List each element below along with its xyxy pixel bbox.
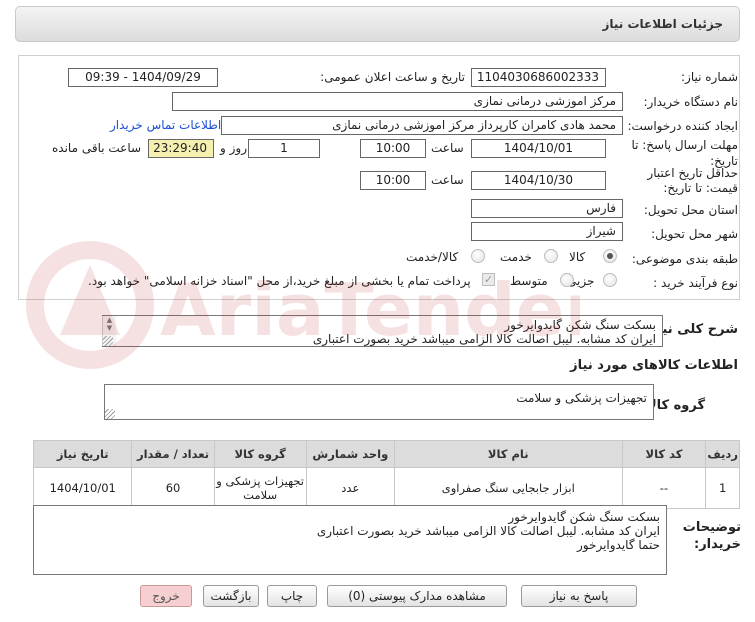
col-goods-code: کد کالا [621, 440, 707, 468]
goods-group-grip-icon[interactable] [105, 409, 115, 419]
reply-deadline-label: مهلت ارسال پاسخ: تا تاریخ: [631, 138, 738, 168]
cell-unit: عدد [305, 467, 395, 509]
validity-time-field: 10:00 [360, 171, 426, 190]
items-table: تاریخ نیاز تعداد / مقدار گروه کالا واحد … [32, 440, 740, 509]
announce-datetime-field: 1404/09/29 - 09:39 [68, 68, 218, 87]
cell-quantity: 60 [131, 467, 215, 509]
need-number-label: شماره نیاز: [681, 70, 738, 84]
cell-goods-code: -- [621, 467, 707, 509]
category-radio-goods[interactable] [603, 249, 617, 263]
goods-info-heading: اطلاعات کالاهای مورد نیاز [570, 358, 738, 373]
reply-time-field: 10:00 [360, 139, 426, 158]
process-radio-medium[interactable] [560, 273, 574, 287]
cell-goods-group: تجهیزات پزشکی و سلامت [213, 467, 307, 509]
reply-time-label: ساعت [431, 141, 464, 155]
process-option-medium: متوسط [510, 274, 548, 288]
remaining-time-field: 23:29:40 [148, 139, 214, 158]
col-row: ردیف [705, 440, 740, 468]
process-radio-minor[interactable] [603, 273, 617, 287]
print-button[interactable]: چاپ [267, 585, 317, 607]
goods-group-field: تجهیزات پزشکی و سلامت [104, 384, 654, 420]
province-field: فارس [471, 199, 623, 218]
remaining-label: ساعت باقی مانده [52, 141, 142, 155]
day-and-label: روز و [220, 141, 247, 155]
requester-label: ایجاد کننده درخواست: [627, 119, 738, 133]
cell-need-date: 1404/10/01 [32, 467, 133, 509]
category-label: طبقه بندی موضوعی: [631, 252, 738, 266]
cell-goods-name: ابزار جابجایی سنگ صفراوی [393, 467, 623, 509]
col-unit: واحد شمارش [305, 440, 395, 468]
category-option-service: خدمت [500, 250, 532, 264]
cell-row: 1 [705, 467, 740, 509]
col-need-date: تاریخ نیاز [32, 440, 133, 468]
validity-time-label: ساعت [431, 173, 464, 187]
province-label: استان محل تحویل: [643, 203, 738, 217]
page-title: جزئیات اطلاعات نیاز [602, 17, 723, 31]
buyer-notes-textarea: بسکت سنگ شکن گایدوایرخور ایران کد مشابه.… [33, 505, 667, 575]
min-validity-label: حداقل تاریخ اعتبار قیمت: تا تاریخ: [647, 166, 738, 195]
col-goods-group: گروه کالا [213, 440, 307, 468]
need-summary-textarea[interactable]: بسکت سنگ شکن گایدوایرخور ایران کد مشابه.… [102, 315, 663, 347]
buyer-org-label: نام دستگاه خریدار: [643, 95, 739, 109]
announce-datetime-label: تاریخ و ساعت اعلان عمومی: [320, 70, 465, 84]
city-field: شیراز [471, 222, 623, 241]
col-goods-name: نام کالا [393, 440, 623, 468]
days-field: 1 [248, 139, 320, 158]
page-header: جزئیات اطلاعات نیاز [15, 6, 740, 42]
treasury-checkbox[interactable]: ✓ [482, 273, 495, 286]
buyer-contact-link[interactable]: اطلاعات تماس خریدار [110, 118, 221, 132]
requester-field: محمد هادی کامران کارپرداز مرکز اموزشی در… [221, 116, 623, 135]
category-radio-goods-service[interactable] [471, 249, 485, 263]
back-button[interactable]: بازگشت [203, 585, 259, 607]
reply-date-field: 1404/10/01 [471, 139, 606, 158]
buyer-org-field: مرکز اموزشی درمانی نمازی [172, 92, 623, 111]
category-radio-service[interactable] [544, 249, 558, 263]
category-option-goods: کالا [569, 250, 586, 264]
validity-date-field: 1404/10/30 [471, 171, 606, 190]
exit-button[interactable]: خروج [140, 585, 192, 607]
col-quantity: تعداد / مقدار [131, 440, 215, 468]
buyer-notes-label: توضیحات خریدار: [682, 520, 741, 552]
payment-note: پرداخت تمام یا بخشی از مبلغ خرید،از محل … [88, 274, 471, 288]
need-number-field: 1104030686002333 [471, 68, 606, 87]
category-option-goods-service: کالا/خدمت [406, 250, 459, 264]
city-label: شهر محل تحویل: [651, 227, 738, 241]
resize-grip-icon[interactable] [103, 336, 113, 346]
process-type-label: نوع فرآیند خرید : [653, 276, 738, 290]
attachments-button[interactable]: مشاهده مدارک پیوستی (0) [327, 585, 507, 607]
table-row: 1404/10/01 60 تجهیزات پزشکی و سلامت عدد … [32, 467, 740, 509]
reply-button[interactable]: پاسخ به نیاز [521, 585, 637, 607]
